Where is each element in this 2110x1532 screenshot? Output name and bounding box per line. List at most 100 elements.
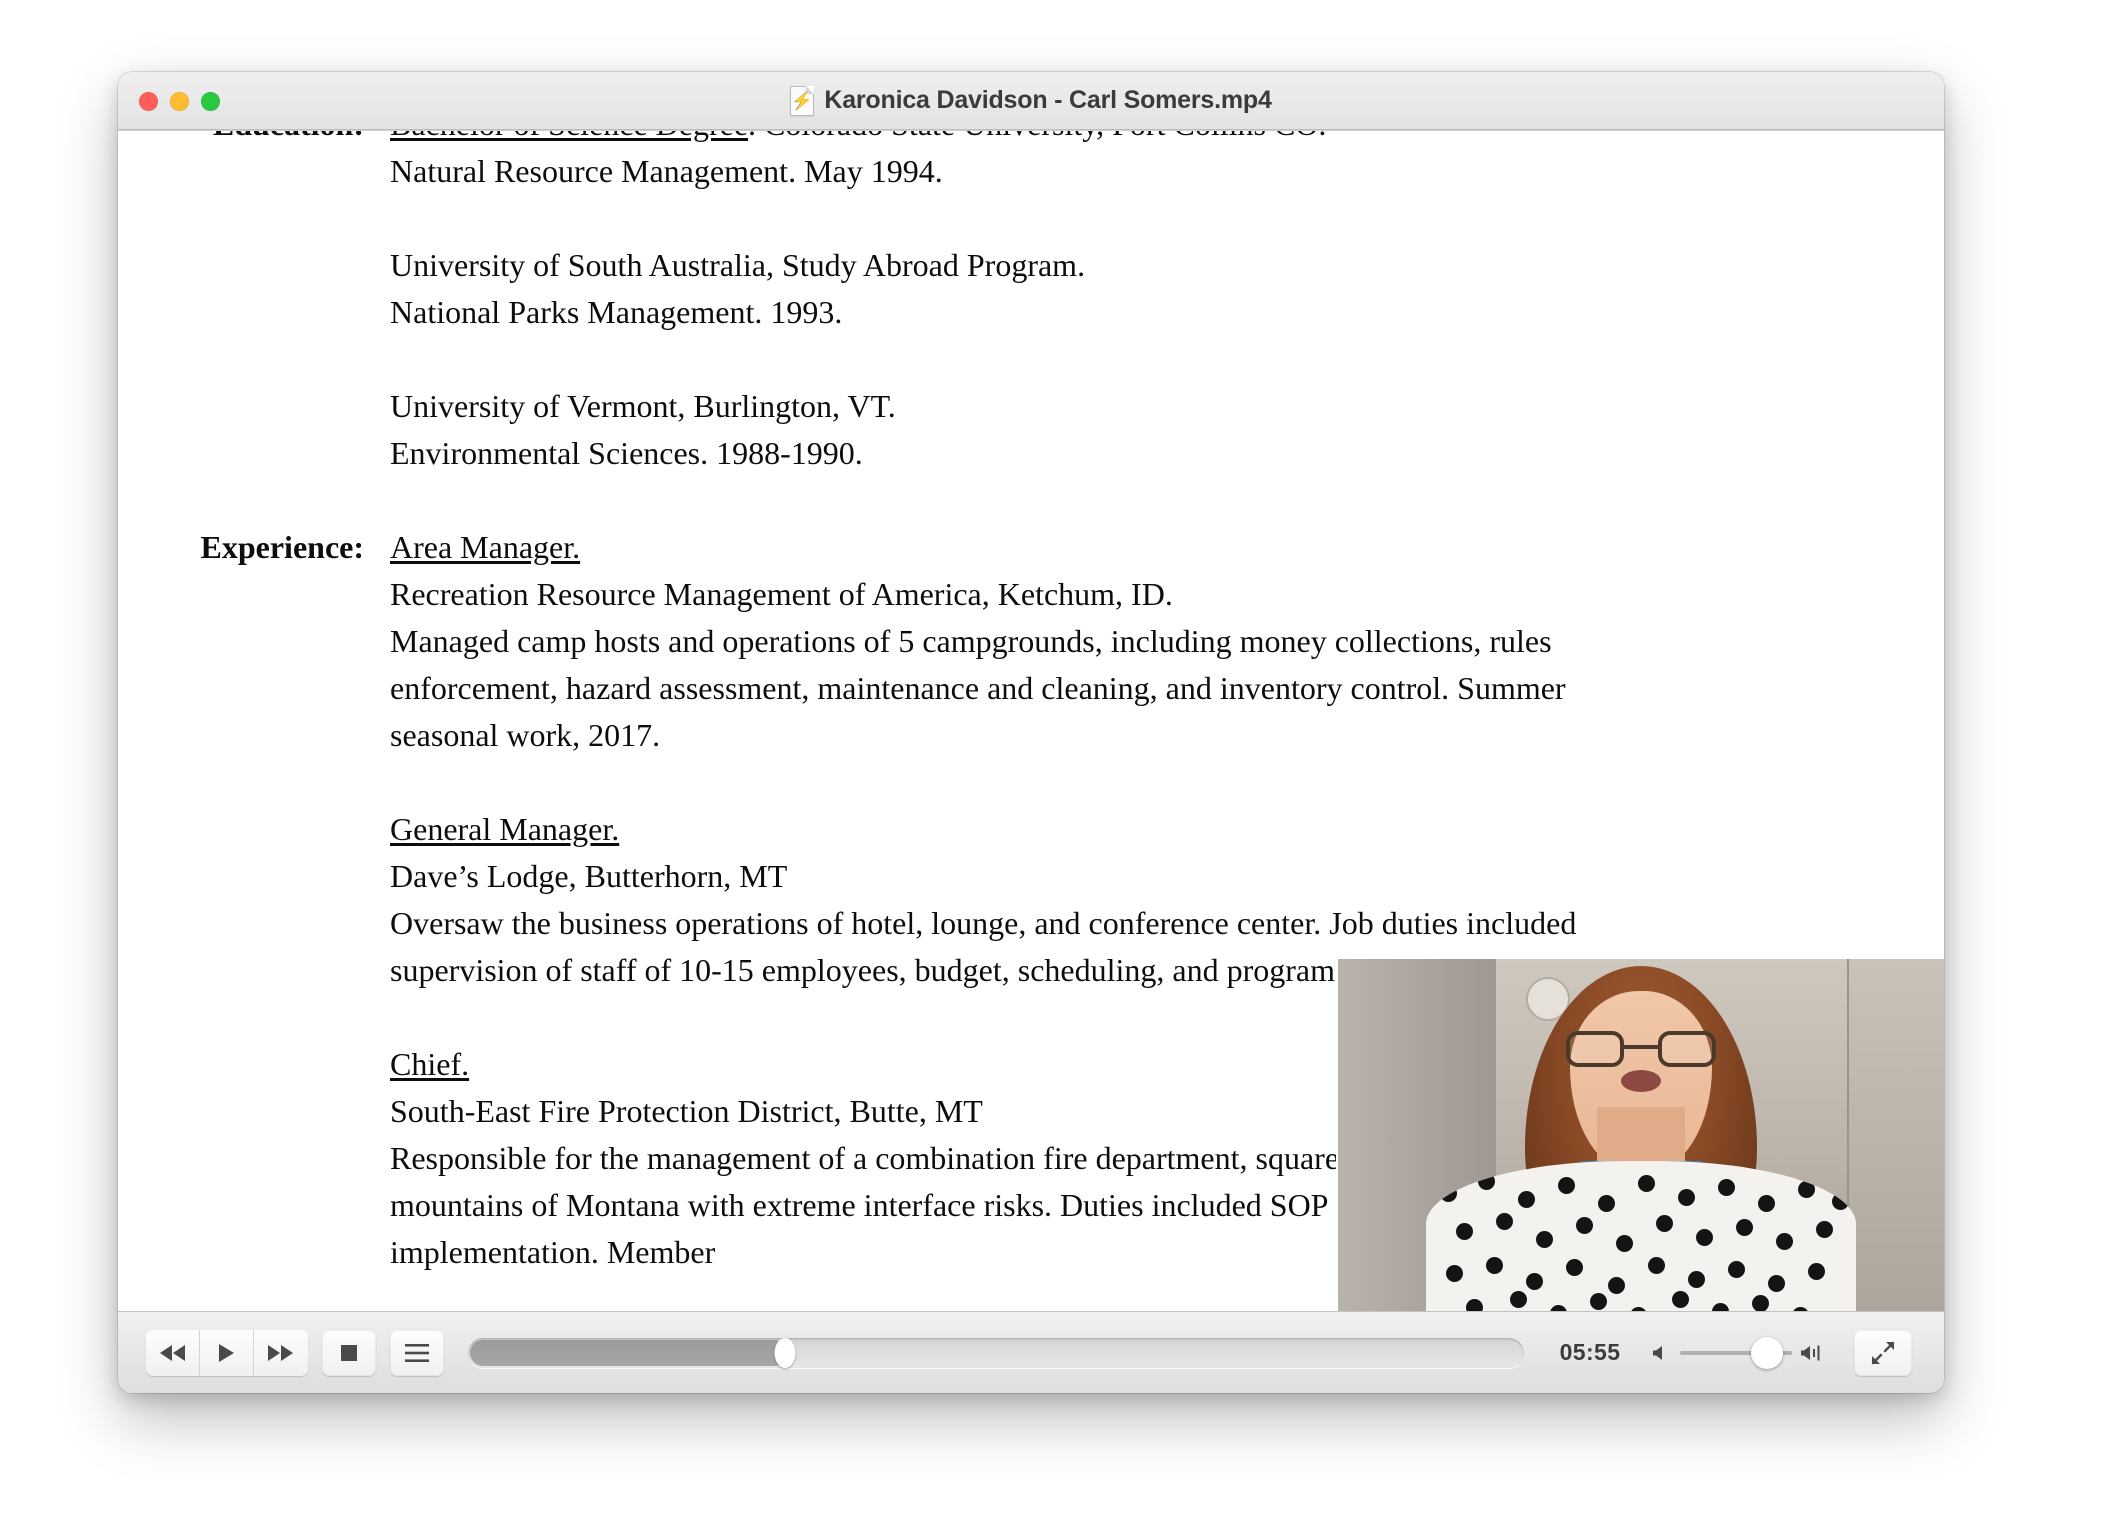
- expand-arrows-icon: [1871, 1341, 1895, 1364]
- rewind-icon: [159, 1344, 185, 1361]
- volume-control: [1646, 1336, 1832, 1369]
- shirt-polka-dot: [1478, 1173, 1495, 1190]
- shirt-polka-dot: [1566, 1259, 1583, 1276]
- player-control-bar: 05:55: [118, 1311, 1944, 1393]
- shirt-polka-dot: [1678, 1189, 1695, 1206]
- desktop-background: ⚡ Karonica Davidson - Carl Somers.mp4 Ed…: [0, 0, 2110, 1532]
- shirt-polka-dot: [1576, 1217, 1593, 1234]
- window-title-container: ⚡ Karonica Davidson - Carl Somers.mp4: [118, 85, 1944, 116]
- education-line-2: Natural Resource Management. May 1994.: [390, 153, 943, 189]
- shirt-polka-dot: [1638, 1175, 1655, 1192]
- shirt-polka-dot: [1456, 1223, 1473, 1240]
- volume-slider-track[interactable]: [1680, 1336, 1792, 1369]
- minimize-window-button[interactable]: [170, 91, 189, 111]
- shirt-polka-dot: [1526, 1273, 1543, 1290]
- shirt-polka-dot: [1688, 1271, 1705, 1288]
- pip-speaker-mouth: [1621, 1069, 1661, 1092]
- video-content-area[interactable]: Education: Bachelor of Science Degree. C…: [118, 130, 1944, 1311]
- shirt-polka-dot: [1466, 1299, 1483, 1311]
- shirt-polka-dot: [1518, 1191, 1535, 1208]
- time-remaining-display: 05:55: [1559, 1339, 1621, 1365]
- degree-institution: . Colorado State University, Fort Collin…: [748, 131, 1326, 142]
- scrubber-progress-fill: [470, 1339, 787, 1366]
- shirt-polka-dot: [1550, 1305, 1567, 1311]
- pip-speaker-shirt: [1426, 1161, 1856, 1311]
- list-menu-icon: [405, 1343, 429, 1362]
- education-line-1: Bachelor of Science Degree. Colorado Sta…: [390, 131, 1904, 148]
- scrubber-handle[interactable]: [774, 1337, 796, 1368]
- play-button[interactable]: [200, 1329, 254, 1376]
- shirt-polka-dot: [1598, 1195, 1615, 1212]
- degree-title: Bachelor of Science Degree: [390, 131, 748, 142]
- pip-background-door: [1847, 959, 1944, 1311]
- job-title-general-manager: General Manager.: [390, 811, 620, 847]
- shirt-polka-dot: [1440, 1185, 1457, 1202]
- glasses-bridge: [1624, 1045, 1658, 1050]
- pip-speaker-neck: [1597, 1106, 1685, 1167]
- shirt-polka-dot: [1736, 1219, 1753, 1236]
- education-line-6: Environmental Sciences. 1988-1990.: [390, 435, 863, 471]
- section-body-education: Bachelor of Science Degree. Colorado Sta…: [390, 131, 1904, 477]
- shirt-polka-dot: [1832, 1193, 1849, 1210]
- fast-forward-icon: [268, 1344, 293, 1361]
- window-titlebar[interactable]: ⚡ Karonica Davidson - Carl Somers.mp4: [118, 72, 1944, 130]
- education-line-5: University of Vermont, Burlington, VT.: [390, 388, 896, 424]
- speaker-low-icon[interactable]: [1652, 1343, 1672, 1363]
- shirt-polka-dot: [1728, 1261, 1745, 1278]
- shirt-polka-dot: [1630, 1307, 1647, 1311]
- shirt-polka-dot: [1656, 1215, 1673, 1232]
- fullscreen-button[interactable]: [1854, 1329, 1912, 1376]
- shirt-polka-dot: [1768, 1275, 1785, 1292]
- shirt-polka-dot: [1718, 1179, 1735, 1196]
- transport-button-group: [146, 1329, 308, 1376]
- shirt-polka-dot: [1808, 1263, 1825, 1280]
- stop-button[interactable]: [322, 1329, 376, 1376]
- shirt-polka-dot: [1672, 1291, 1689, 1308]
- play-icon: [218, 1343, 234, 1362]
- shirt-polka-dot: [1798, 1181, 1815, 1198]
- fast-forward-button[interactable]: [254, 1329, 308, 1376]
- shirt-polka-dot: [1558, 1177, 1575, 1194]
- education-line-3: University of South Australia, Study Abr…: [390, 247, 1086, 283]
- shirt-polka-dot: [1776, 1233, 1793, 1250]
- shirt-polka-dot: [1816, 1221, 1833, 1238]
- rewind-button[interactable]: [146, 1329, 200, 1376]
- shirt-polka-dot: [1752, 1295, 1769, 1311]
- shirt-polka-dot: [1648, 1257, 1665, 1274]
- section-label-education: Education:: [118, 131, 390, 148]
- close-window-button[interactable]: [139, 91, 158, 111]
- traffic-light-controls: [139, 72, 220, 130]
- shirt-polka-dot: [1486, 1257, 1503, 1274]
- playback-scrubber[interactable]: [468, 1337, 1524, 1368]
- glasses-lens-right: [1658, 1031, 1716, 1068]
- shirt-polka-dot: [1712, 1303, 1729, 1311]
- playlist-button[interactable]: [390, 1329, 444, 1376]
- media-player-window: ⚡ Karonica Davidson - Carl Somers.mp4 Ed…: [118, 72, 1944, 1393]
- job-title-area-manager: Area Manager.: [390, 529, 581, 565]
- glasses-lens-left: [1566, 1031, 1624, 1068]
- speaker-high-icon[interactable]: [1800, 1343, 1826, 1363]
- window-title: Karonica Davidson - Carl Somers.mp4: [824, 86, 1272, 114]
- job-description-area-manager: Managed camp hosts and operations of 5 c…: [390, 623, 1566, 753]
- shirt-polka-dot: [1446, 1265, 1463, 1282]
- quicktime-document-icon: ⚡: [790, 85, 815, 116]
- education-line-4: National Parks Management. 1993.: [390, 294, 843, 330]
- maximize-window-button[interactable]: [201, 91, 220, 111]
- shirt-polka-dot: [1496, 1213, 1513, 1230]
- shirt-polka-dot: [1590, 1293, 1607, 1310]
- shirt-polka-dot: [1536, 1231, 1553, 1248]
- job-employer-general-manager: Dave’s Lodge, Butterhorn, MT: [390, 858, 788, 894]
- resume-section-education: Education: Bachelor of Science Degree. C…: [118, 131, 1904, 477]
- shirt-polka-dot: [1510, 1291, 1527, 1308]
- picture-in-picture-video[interactable]: [1336, 957, 1944, 1311]
- section-label-experience: Experience:: [200, 529, 365, 565]
- stop-icon: [341, 1344, 357, 1361]
- shirt-polka-dot: [1792, 1307, 1809, 1311]
- pip-speaker-glasses: [1566, 1031, 1716, 1069]
- volume-slider-handle[interactable]: [1751, 1336, 1784, 1369]
- shirt-polka-dot: [1616, 1235, 1633, 1252]
